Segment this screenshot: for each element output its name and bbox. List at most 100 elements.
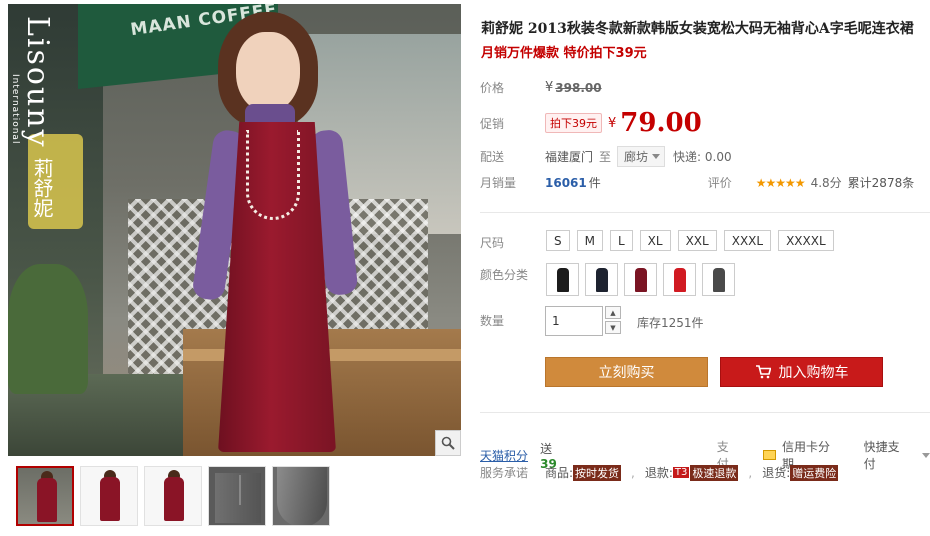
quantity-step-buttons: ▲ ▼ <box>605 306 621 334</box>
rating-stars-icon: ★★★★★ <box>755 175 806 190</box>
shipping-label: 配送 <box>480 150 505 164</box>
service-goods-badge[interactable]: 按时发货 <box>573 464 622 481</box>
qty-label-row: 数量 <box>480 312 545 329</box>
model-figure <box>191 12 359 456</box>
t3-badge-icon: T3 <box>672 467 690 478</box>
product-info-panel: 莉舒妮 2013秋装冬款新款韩版女装宽松大码无袖背心A字毛呢连衣裙 月销万件爆款… <box>480 0 930 536</box>
swatch-dress <box>673 267 686 292</box>
chevron-down-icon[interactable] <box>922 452 930 458</box>
product-title: 莉舒妮 2013秋装冬款新款韩版女装宽松大码无袖背心A字毛呢连衣裙 <box>481 21 914 37</box>
service-refund-key: 退款: <box>644 466 673 480</box>
brand-name-cn: 莉舒妮 <box>30 158 54 218</box>
sales-row: 月销量 16061 件 评价 ★★★★★ 4.8分 累计2878条 <box>480 174 914 191</box>
divider <box>480 412 930 413</box>
monthly-sales-count: 16061 <box>545 175 587 190</box>
thumbnail-5[interactable] <box>272 466 330 526</box>
quantity-input[interactable] <box>545 306 603 336</box>
thumb-fabric-detail <box>277 467 327 525</box>
monthly-sales-label: 月销量 <box>480 176 517 190</box>
stock-count: 库存1251件 <box>637 316 704 330</box>
monthly-sales-unit: 件 <box>588 176 601 190</box>
service-separator: , <box>631 465 635 480</box>
zoom-button[interactable] <box>435 430 461 456</box>
original-price-row: 价格 ¥ 398.00 <box>480 79 602 96</box>
promo-price: 79.00 <box>620 108 702 138</box>
size-label-row: 尺码 <box>480 234 545 251</box>
size-option[interactable]: S <box>546 230 570 251</box>
color-swatch[interactable] <box>546 263 579 296</box>
size-option[interactable]: XL <box>639 230 671 251</box>
promo-currency-symbol: ¥ <box>608 115 617 131</box>
color-label-row: 颜色分类 <box>480 266 545 283</box>
service-return-badge[interactable]: 赠运费险 <box>790 464 839 481</box>
ship-to-word: 至 <box>599 150 612 164</box>
size-options: S M L XL XXL XXXL XXXXL <box>546 230 834 251</box>
size-option[interactable]: XXXL <box>723 230 772 251</box>
swatch-dress <box>712 267 725 292</box>
rating-score: 4.8分 <box>810 176 842 190</box>
bg-plant <box>8 264 88 394</box>
quantity-stepper: ▲ ▼ 库存1251件 <box>545 306 704 336</box>
thumb-figure-dress <box>100 477 120 521</box>
color-swatch[interactable] <box>585 263 618 296</box>
price-panel: 价格 ¥ 398.00 促销 拍下39元 ¥ 79.00 配送 福建厦门 至 廊… <box>480 68 930 200</box>
chevron-up-icon: ▲ <box>610 308 616 317</box>
points-prefix: 送 <box>540 441 553 456</box>
service-goods-key: 商品: <box>545 466 574 480</box>
add-to-cart-button[interactable]: 加入购物车 <box>720 357 883 387</box>
thumbnail-2[interactable] <box>80 466 138 526</box>
swatch-dress <box>634 267 647 292</box>
color-label: 颜色分类 <box>480 268 529 282</box>
model-face <box>236 32 300 112</box>
tmall-points-link[interactable]: 天猫积分 <box>480 447 540 464</box>
service-label: 服务承诺 <box>480 466 529 480</box>
chevron-down-icon <box>652 154 661 159</box>
cart-icon <box>755 365 771 379</box>
size-option[interactable]: M <box>576 230 603 251</box>
divider <box>480 212 930 213</box>
service-row: 服务承诺 商品: 按时发货 , 退款: T3 极速退款 , 退货: 赠运费险 <box>480 464 839 481</box>
price-label: 价格 <box>480 81 505 95</box>
payment-option-quick[interactable]: 快捷支付 <box>864 438 908 472</box>
chevron-down-icon: ▼ <box>610 323 616 332</box>
shipping-fee: 快递: 0.00 <box>673 150 732 164</box>
decrement-button[interactable]: ▼ <box>605 321 621 334</box>
size-option[interactable]: XXXXL <box>778 230 834 251</box>
main-product-image[interactable]: MAAN COFFEE Lisouny International 莉舒妮 <box>8 4 461 456</box>
ship-destination-value: 廊坊 <box>624 150 649 164</box>
buy-now-label: 立刻购买 <box>598 365 655 381</box>
add-to-cart-label: 加入购物车 <box>778 365 849 381</box>
thumb-fabric-detail <box>215 473 261 523</box>
thumb-zipper-detail <box>239 475 241 505</box>
size-option[interactable]: L <box>609 230 633 251</box>
shipping-row: 配送 福建厦门 至 廊坊 快递: 0.00 <box>480 146 732 167</box>
buy-now-button[interactable]: 立刻购买 <box>545 357 708 387</box>
ship-from: 福建厦门 <box>545 150 594 164</box>
brand-logo: Lisouny <box>20 16 55 149</box>
color-swatch[interactable] <box>663 263 696 296</box>
rating-label: 评价 <box>707 176 732 190</box>
original-price: 398.00 <box>555 80 602 95</box>
thumbnail-3[interactable] <box>144 466 202 526</box>
thumbnail-4[interactable] <box>208 466 266 526</box>
color-swatch[interactable] <box>624 263 657 296</box>
service-return-key: 退货: <box>762 466 791 480</box>
promo-price-row: 促销 拍下39元 ¥ 79.00 <box>480 108 702 138</box>
color-swatch[interactable] <box>702 263 735 296</box>
review-count-link[interactable]: 累计2878条 <box>848 174 915 191</box>
promo-label: 促销 <box>480 116 505 131</box>
credit-card-icon <box>762 450 777 460</box>
model-necklace <box>246 130 300 220</box>
brand-subtitle: International <box>10 74 20 145</box>
thumbnail-strip <box>16 466 330 528</box>
product-subtitle: 月销万件爆款 特价拍下39元 <box>481 46 647 61</box>
service-refund-badge[interactable]: 极速退款 <box>690 464 739 481</box>
increment-button[interactable]: ▲ <box>605 306 621 319</box>
size-option[interactable]: XXL <box>677 230 717 251</box>
thumbnail-1[interactable] <box>16 466 74 526</box>
search-icon <box>441 436 455 450</box>
size-label: 尺码 <box>480 236 505 250</box>
ship-destination-select[interactable]: 廊坊 <box>617 146 666 167</box>
thumb-figure-dress <box>164 477 184 521</box>
color-options <box>546 263 735 296</box>
